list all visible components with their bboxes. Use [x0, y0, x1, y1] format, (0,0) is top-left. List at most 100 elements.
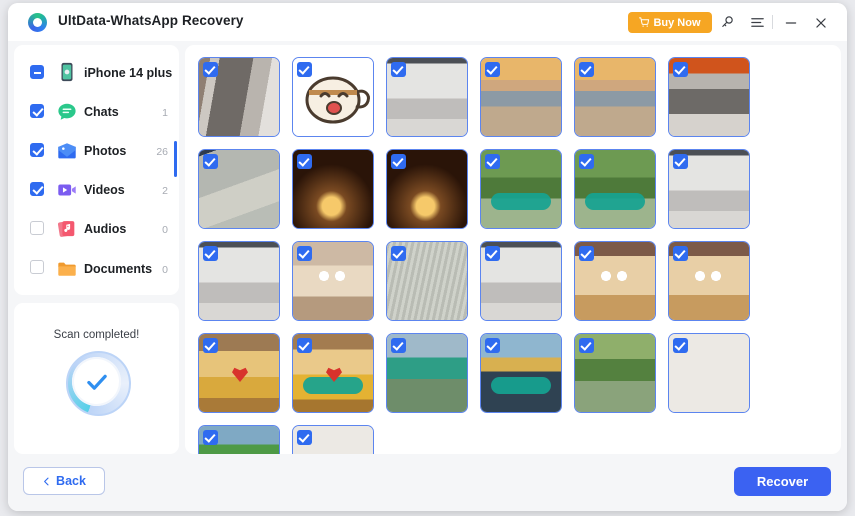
thumbnail-checkbox[interactable] — [203, 246, 218, 261]
thumbnail-checkbox[interactable] — [579, 246, 594, 261]
thumbnail-checkbox[interactable] — [203, 338, 218, 353]
titlebar-divider — [772, 15, 773, 29]
sidebar-item-photos[interactable]: Photos 26 — [14, 131, 179, 170]
phone-icon — [61, 62, 73, 82]
thumbnail-item[interactable] — [480, 149, 562, 229]
scan-status-panel: Scan completed! — [14, 303, 179, 454]
checkmark-icon — [86, 374, 107, 390]
minimize-icon[interactable] — [780, 12, 802, 33]
thumbnail-item[interactable] — [574, 241, 656, 321]
thumbnail-checkbox[interactable] — [485, 338, 500, 353]
sidebar-item-chats[interactable]: Chats 1 — [14, 92, 179, 131]
thumbnail-item[interactable] — [292, 241, 374, 321]
thumbnail-item[interactable] — [292, 333, 374, 413]
sidebar-label-iphone-14-plus: iPhone 14 plus — [84, 66, 173, 80]
thumbnail-item[interactable] — [386, 57, 468, 137]
thumbnail-checkbox[interactable] — [297, 338, 312, 353]
sidebar-count-chats: 1 — [162, 107, 168, 119]
checkbox-videos[interactable] — [30, 182, 44, 196]
main-content: iPhone 14 plus Chats 1 Photos 26 Videos … — [8, 41, 847, 458]
thumbnail-item[interactable] — [292, 425, 374, 454]
sidebar-label-audios: Audios — [84, 222, 127, 236]
sidebar-item-videos[interactable]: Videos 2 — [14, 170, 179, 209]
thumbnail-item[interactable] — [198, 333, 280, 413]
scan-status-text: Scan completed! — [53, 329, 140, 341]
thumbnail-item[interactable] — [480, 333, 562, 413]
thumbnail-checkbox[interactable] — [203, 62, 218, 77]
thumbnail-item[interactable] — [386, 149, 468, 229]
sidebar-count-photos: 26 — [156, 146, 168, 158]
thumbnail-checkbox[interactable] — [391, 246, 406, 261]
sidebar-scrollbar[interactable] — [174, 141, 177, 177]
thumbnail-item[interactable] — [668, 57, 750, 137]
close-icon[interactable] — [810, 12, 832, 33]
back-button[interactable]: Back — [23, 467, 105, 495]
sidebar-count-documents: 0 — [162, 264, 168, 276]
sidebar-count-videos: 2 — [162, 185, 168, 197]
thumbnail-checkbox[interactable] — [485, 154, 500, 169]
audio-note-icon — [57, 221, 75, 237]
thumbnail-checkbox[interactable] — [485, 62, 500, 77]
thumbnail-item[interactable] — [292, 149, 374, 229]
checkbox-iphone-14-plus[interactable] — [30, 65, 44, 79]
sidebar-count-audios: 0 — [162, 224, 168, 236]
recover-button[interactable]: Recover — [734, 467, 831, 496]
chat-bubble-icon — [58, 103, 76, 120]
thumbnail-item[interactable] — [292, 57, 374, 137]
checkbox-audios[interactable] — [30, 221, 44, 235]
thumbnail-checkbox[interactable] — [297, 246, 312, 261]
title-bar: UltData-WhatsApp Recovery Buy Now — [8, 3, 847, 41]
thumbnail-item[interactable] — [386, 333, 468, 413]
thumbnail-checkbox[interactable] — [485, 246, 500, 261]
sidebar-item-audios[interactable]: Audios 0 — [14, 209, 179, 248]
thumbnail-item[interactable] — [574, 333, 656, 413]
checkbox-chats[interactable] — [30, 104, 44, 118]
sidebar-label-photos: Photos — [84, 144, 127, 158]
thumbnail-caption-overlay — [491, 377, 551, 394]
thumbnail-checkbox[interactable] — [673, 154, 688, 169]
thumbnail-item[interactable] — [668, 241, 750, 321]
thumbnail-checkbox[interactable] — [673, 338, 688, 353]
thumbnail-item[interactable] — [198, 149, 280, 229]
thumbnail-checkbox[interactable] — [391, 62, 406, 77]
buy-now-button[interactable]: Buy Now — [628, 12, 712, 33]
sidebar-label-documents: Documents — [84, 262, 153, 276]
thumbnail-item[interactable] — [386, 241, 468, 321]
thumbnail-item[interactable] — [198, 57, 280, 137]
thumbnail-item[interactable] — [574, 149, 656, 229]
thumbnail-sticker-overlay — [317, 270, 347, 282]
thumbnail-checkbox[interactable] — [297, 154, 312, 169]
folder-icon — [58, 262, 76, 276]
shopping-cart-icon — [639, 17, 650, 27]
thumbnail-checkbox[interactable] — [297, 62, 312, 77]
thumbnail-checkbox[interactable] — [297, 430, 312, 445]
back-label: Back — [56, 474, 86, 488]
thumbnail-checkbox[interactable] — [203, 154, 218, 169]
sidebar-label-videos: Videos — [84, 183, 125, 197]
checkbox-documents[interactable] — [30, 260, 44, 274]
thumbnail-caption-overlay — [491, 193, 551, 210]
sidebar-item-documents[interactable]: Documents 0 — [14, 248, 179, 287]
app-title: UltData-WhatsApp Recovery — [58, 13, 244, 28]
thumbnail-checkbox[interactable] — [391, 338, 406, 353]
thumbnail-checkbox[interactable] — [579, 62, 594, 77]
key-icon[interactable] — [716, 12, 738, 33]
thumbnail-checkbox[interactable] — [673, 62, 688, 77]
thumbnail-checkbox[interactable] — [673, 246, 688, 261]
thumbnail-item[interactable] — [480, 241, 562, 321]
thumbnail-checkbox[interactable] — [203, 430, 218, 445]
hamburger-menu-icon[interactable] — [746, 12, 768, 33]
checkbox-photos[interactable] — [30, 143, 44, 157]
thumbnail-item[interactable] — [198, 241, 280, 321]
thumbnail-checkbox[interactable] — [391, 154, 406, 169]
thumbnail-checkbox[interactable] — [579, 154, 594, 169]
thumbnail-item[interactable] — [668, 333, 750, 413]
thumbnail-item[interactable] — [198, 425, 280, 454]
thumbnail-checkbox[interactable] — [579, 338, 594, 353]
photos-grid-panel — [185, 45, 841, 454]
sidebar-item-iphone-14-plus[interactable]: iPhone 14 plus — [14, 53, 179, 92]
thumbnail-item[interactable] — [668, 149, 750, 229]
thumbnail-item[interactable] — [574, 57, 656, 137]
thumbnail-item[interactable] — [480, 57, 562, 137]
photos-grid — [198, 57, 828, 454]
